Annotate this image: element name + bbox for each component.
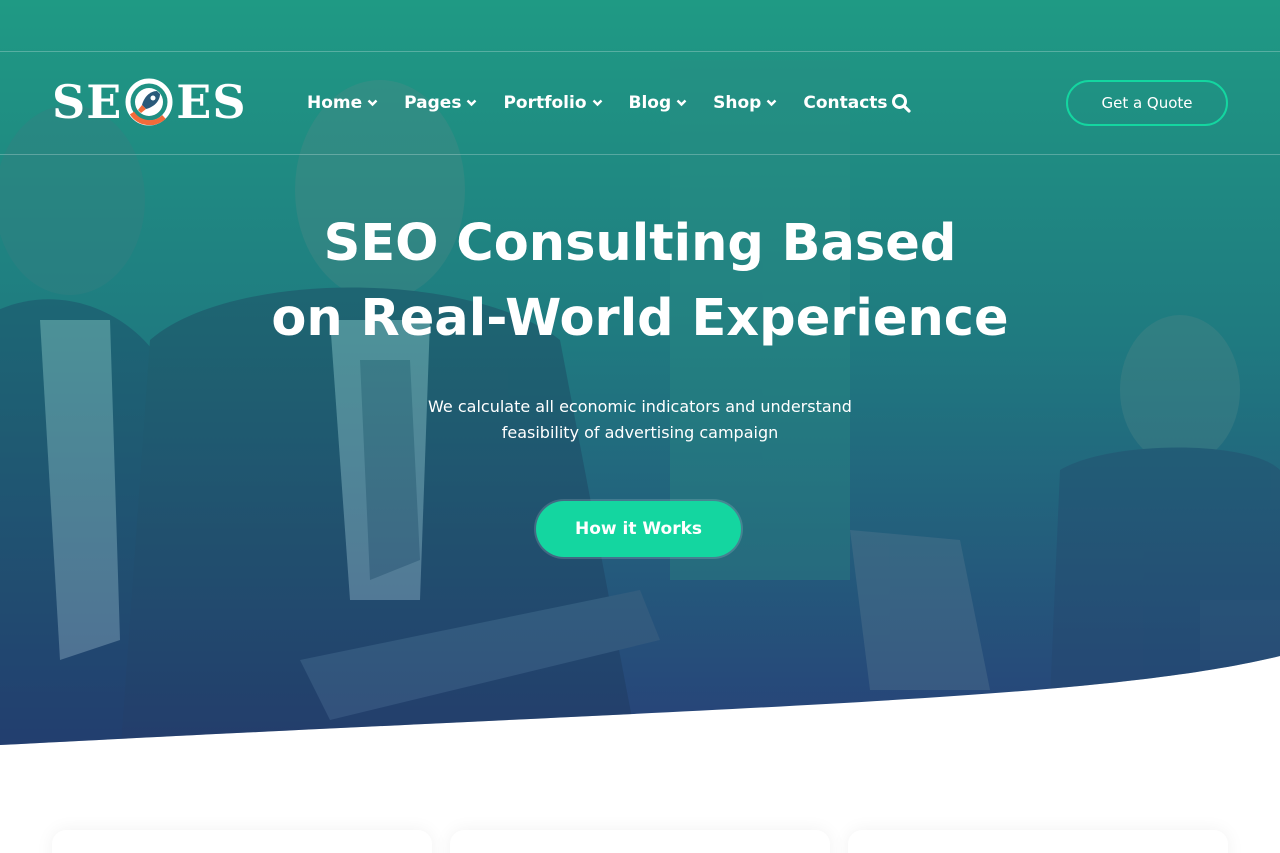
site-logo[interactable]: SE ES <box>52 74 247 130</box>
feature-card-1 <box>52 830 432 853</box>
nav-item-label: Home <box>307 93 363 113</box>
hero-title: SEO Consulting Based on Real-World Exper… <box>140 206 1140 356</box>
chevron-down-icon <box>367 99 378 107</box>
nav-item-portfolio[interactable]: Portfolio <box>503 93 602 113</box>
nav-item-blog[interactable]: Blog <box>629 93 688 113</box>
chevron-down-icon <box>767 99 777 107</box>
nav-item-home[interactable]: Home <box>307 93 378 113</box>
header-bottom-divider <box>0 154 1280 155</box>
chevron-down-icon <box>592 99 602 107</box>
hero-title-line-1: SEO Consulting Based <box>323 214 957 273</box>
rocket-icon <box>125 78 173 126</box>
nav-item-label: Blog <box>628 93 672 113</box>
nav-item-label: Portfolio <box>503 93 587 113</box>
search-icon[interactable] <box>891 93 911 113</box>
nav-item-contacts[interactable]: Contacts <box>803 93 887 113</box>
main-navigation: Home Pages Portfolio Blog Shop Contacts <box>307 90 914 116</box>
header-top-divider <box>0 51 1280 52</box>
hero-section: SE ES Home Pages Portfolio Blog Shop Con… <box>0 0 1280 760</box>
chevron-down-icon <box>676 99 687 107</box>
feature-card-2 <box>450 830 830 853</box>
chevron-down-icon <box>467 99 477 107</box>
get-a-quote-button[interactable]: Get a Quote <box>1066 80 1228 126</box>
logo-text-left: SE <box>52 75 123 129</box>
nav-item-shop[interactable]: Shop <box>713 93 777 113</box>
how-it-works-button[interactable]: How it Works <box>536 501 741 557</box>
cta-button-label: How it Works <box>574 519 703 539</box>
quote-button-label: Get a Quote <box>1101 94 1193 112</box>
nav-item-label: Shop <box>713 93 762 113</box>
feature-card-3 <box>848 830 1228 853</box>
nav-item-label: Contacts <box>803 93 888 113</box>
hero-title-line-2: on Real-World Experience <box>271 289 1009 348</box>
hero-subtitle-line-2: feasibility of advertising campaign <box>501 423 779 442</box>
nav-item-pages[interactable]: Pages <box>404 93 477 113</box>
nav-item-label: Pages <box>404 93 462 113</box>
hero-subtitle-line-1: We calculate all economic indicators and… <box>428 397 852 416</box>
hero-subtitle: We calculate all economic indicators and… <box>340 394 940 446</box>
logo-text-right: ES <box>176 75 247 129</box>
